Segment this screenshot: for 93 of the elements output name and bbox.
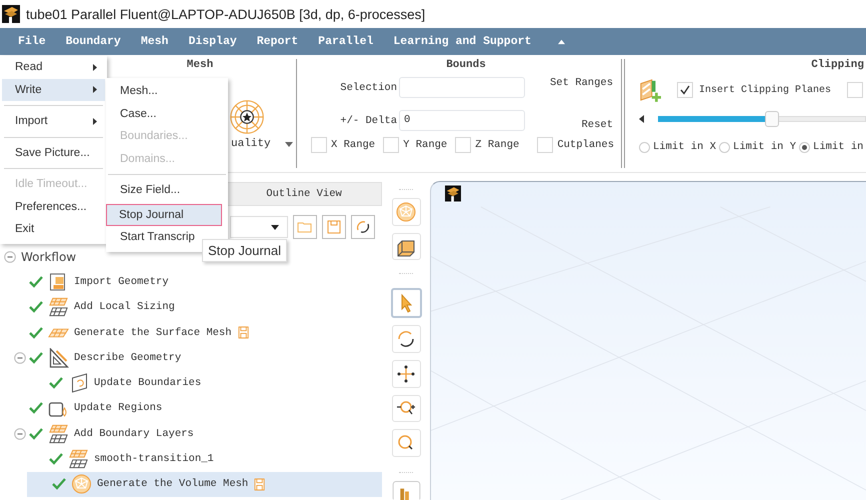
menu-item[interactable]: Preferences...	[2, 196, 105, 218]
window-title: tube01 Parallel Fluent@LAPTOP-ADUJ650B [3d, dp, 6-processes]	[26, 6, 426, 22]
checkbox[interactable]	[455, 137, 472, 153]
bar-chart-tool-icon[interactable]	[392, 480, 420, 500]
refresh-icon[interactable]	[351, 215, 375, 239]
menu-item[interactable]: Read	[2, 56, 105, 78]
submenu-arrow-icon	[93, 118, 97, 125]
checkbox[interactable]	[383, 137, 400, 153]
menu-item[interactable]: Size Field...	[106, 179, 228, 202]
panel-title: Clipping	[810, 59, 865, 73]
collapse-icon[interactable]	[557, 38, 566, 45]
panel-title: Bounds	[445, 59, 487, 73]
tree-item-label[interactable]: Import Geometry	[74, 276, 169, 288]
menu-item[interactable]: Case...	[106, 102, 228, 125]
menu-item[interactable]: Import	[2, 110, 105, 132]
delta-field[interactable]: 0	[399, 110, 525, 131]
outline-view-tab[interactable]: Outline View	[226, 182, 382, 206]
tree-item-label[interactable]: smooth-transition_1	[94, 453, 214, 466]
pan-tool-button[interactable]	[392, 360, 420, 388]
caret-icon[interactable]	[271, 224, 279, 230]
collapse-toggle-icon[interactable]	[4, 250, 16, 263]
mesh-layers-icon	[48, 424, 69, 444]
menu-item[interactable]: Boundary	[66, 35, 121, 48]
radio-button[interactable]	[639, 142, 650, 152]
clipping-slider[interactable]	[658, 111, 866, 127]
tree-item-label[interactable]: Update Boundaries	[94, 377, 202, 390]
box-tool-button[interactable]	[392, 232, 420, 260]
tree-item-label[interactable]: Add Boundary Layers	[74, 428, 194, 440]
radio-label: Limit in X	[653, 141, 716, 153]
rotate-tool-button[interactable]	[392, 325, 420, 353]
slider-thumb[interactable]	[765, 111, 780, 127]
selection-label: Selection	[339, 82, 398, 94]
menu-item[interactable]: Write	[2, 78, 105, 101]
save-icon[interactable]	[254, 478, 266, 491]
menu-item[interactable]: Exit	[2, 218, 105, 240]
menu-item[interactable]: Stop Journal	[106, 204, 222, 226]
checkbox-label: Cutplanes	[557, 139, 614, 151]
clipping-plane-icon[interactable]	[639, 77, 661, 103]
mesh-sphere-icon	[396, 202, 416, 222]
menu-item[interactable]: Save Picture...	[2, 142, 105, 164]
tree-item-label: Generate the Volume Mesh	[97, 478, 248, 490]
tree-item-label[interactable]: Workflow	[21, 250, 76, 264]
checkbox-label: Z Range	[475, 139, 520, 151]
save-icon[interactable]	[322, 215, 346, 239]
volume-mesh-icon	[71, 474, 92, 494]
tree-item-label[interactable]: Generate the Surface Mesh	[74, 326, 232, 339]
checkbox-label: Insert Clipping Planes	[699, 84, 832, 96]
set-ranges-button[interactable]: Set Ranges	[525, 77, 621, 89]
save-icon[interactable]	[238, 326, 249, 340]
checkbox-label: X Range	[331, 139, 376, 151]
pointer-tool-button[interactable]	[390, 288, 422, 318]
radio-button[interactable]	[799, 142, 810, 152]
zoomfit-tool-button[interactable]	[392, 429, 420, 457]
checkbox[interactable]	[677, 82, 693, 98]
selected-tree-row[interactable]: Generate the Volume Mesh	[27, 472, 382, 497]
menu-item[interactable]: Learning and Support	[393, 35, 532, 48]
checkbox[interactable]	[311, 137, 327, 153]
mesh-layers-icon	[68, 449, 89, 470]
panel-title: Mesh	[186, 59, 214, 73]
rotate-icon	[396, 328, 416, 349]
sphere-tool-button[interactable]	[392, 198, 420, 226]
menu-item[interactable]: Mesh	[140, 35, 168, 48]
menu-item[interactable]: Parallel	[318, 35, 374, 48]
submenu-arrow-icon	[93, 64, 97, 71]
reset-button[interactable]: Reset	[525, 119, 621, 131]
radio-label: Limit in Y	[733, 141, 796, 153]
radio-button[interactable]	[719, 142, 730, 152]
radio-label: Limit in	[813, 141, 864, 153]
collapse-toggle-icon[interactable]	[14, 428, 26, 440]
tree-item-label[interactable]: Add Local Sizing	[74, 301, 175, 314]
pan-icon	[396, 364, 416, 384]
checkbox[interactable]	[847, 82, 864, 98]
submenu-arrow-icon	[93, 86, 97, 94]
folder-icon[interactable]	[293, 215, 317, 239]
tree-item-label[interactable]: Describe Geometry	[74, 352, 182, 364]
zoombox-tool-button[interactable]	[392, 394, 420, 422]
menu-item[interactable]: File	[18, 35, 46, 48]
selection-field[interactable]	[399, 77, 525, 98]
mesh-layers-icon	[48, 297, 69, 318]
step-left-icon[interactable]	[639, 115, 644, 123]
tooltip: Stop Journal	[202, 239, 287, 262]
collapse-toggle-icon[interactable]	[14, 352, 26, 364]
tree-item-label[interactable]: Update Regions	[74, 402, 162, 414]
delta-label: +/- Delta	[339, 114, 398, 126]
mesh-quality-icon[interactable]	[229, 99, 265, 135]
menu-item[interactable]: Mesh...	[106, 80, 228, 102]
quality-label: uality	[231, 138, 271, 150]
checkbox[interactable]	[537, 137, 554, 153]
checkmark-icon	[680, 85, 690, 95]
checkbox-label: Y Range	[403, 139, 448, 151]
menu-item[interactable]: Display	[188, 35, 237, 48]
app-logo-icon	[445, 185, 461, 202]
menu-item[interactable]: Report	[256, 35, 298, 48]
